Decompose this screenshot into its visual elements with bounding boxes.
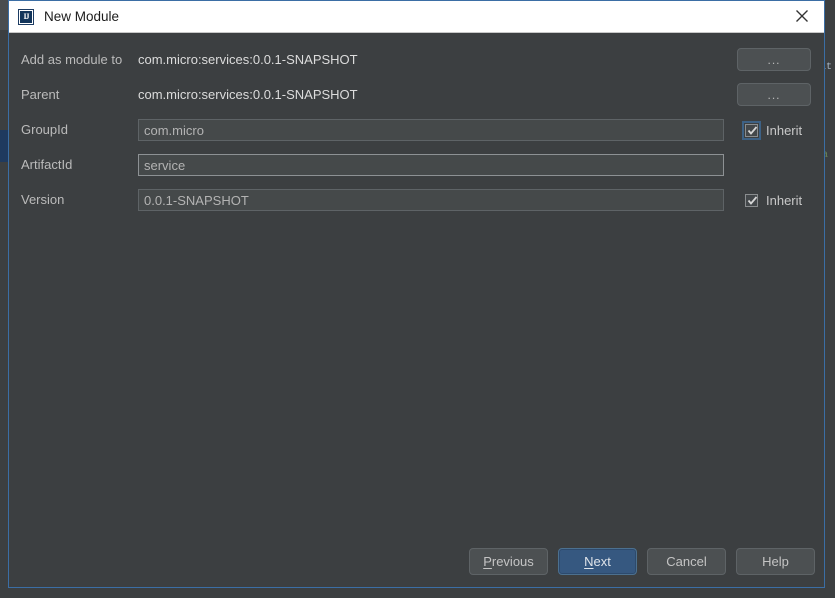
help-button[interactable]: Help — [736, 548, 815, 575]
previous-button[interactable]: Previous — [469, 548, 548, 575]
dialog-titlebar: New Module — [9, 1, 824, 33]
previous-label-rest: revious — [491, 554, 534, 569]
value-add-as-module-to: com.micro:services:0.0.1-SNAPSHOT — [138, 52, 358, 67]
groupid-input[interactable] — [138, 119, 724, 141]
label-artifactid: ArtifactId — [21, 157, 73, 172]
close-icon[interactable] — [780, 1, 824, 31]
next-button[interactable]: Next — [558, 548, 637, 575]
intellij-idea-icon — [18, 8, 34, 25]
cancel-button[interactable]: Cancel — [647, 548, 726, 575]
new-module-dialog: New Module Add as module to com.micro:se… — [8, 0, 825, 588]
label-version: Version — [21, 192, 65, 207]
checkbox-box-groupid-inherit[interactable] — [742, 120, 761, 140]
next-mnemonic: N — [584, 554, 594, 569]
label-groupid-inherit: Inherit — [766, 122, 803, 138]
label-add-as-module-to: Add as module to — [21, 52, 123, 67]
version-input[interactable] — [138, 189, 724, 211]
row-version: Version Inherit — [9, 187, 824, 213]
dialog-title: New Module — [44, 9, 120, 24]
label-groupid: GroupId — [21, 122, 68, 137]
row-groupid: GroupId Inherit — [9, 117, 824, 143]
dialog-footer: Previous Next Cancel Help — [9, 548, 824, 578]
checkbox-box-version-inherit[interactable] — [745, 193, 758, 207]
browse-parent-button[interactable]: ... — [737, 83, 811, 106]
value-parent: com.micro:services:0.0.1-SNAPSHOT — [138, 87, 358, 102]
row-parent: Parent com.micro:services:0.0.1-SNAPSHOT… — [9, 82, 824, 108]
version-inherit-checkbox[interactable]: Inherit — [745, 190, 802, 210]
row-add-as-module-to: Add as module to com.micro:services:0.0.… — [9, 47, 824, 73]
previous-mnemonic: P — [483, 554, 492, 569]
next-label-rest: ext — [593, 554, 611, 569]
groupid-inherit-checkbox[interactable]: Inherit — [742, 120, 803, 140]
label-parent: Parent — [21, 87, 60, 102]
dialog-body: Add as module to com.micro:services:0.0.… — [9, 33, 824, 587]
artifactid-input[interactable] — [138, 154, 724, 176]
browse-add-as-module-to-button[interactable]: ... — [737, 48, 811, 71]
row-artifactid: ArtifactId — [9, 152, 824, 178]
label-version-inherit: Inherit — [766, 192, 803, 208]
